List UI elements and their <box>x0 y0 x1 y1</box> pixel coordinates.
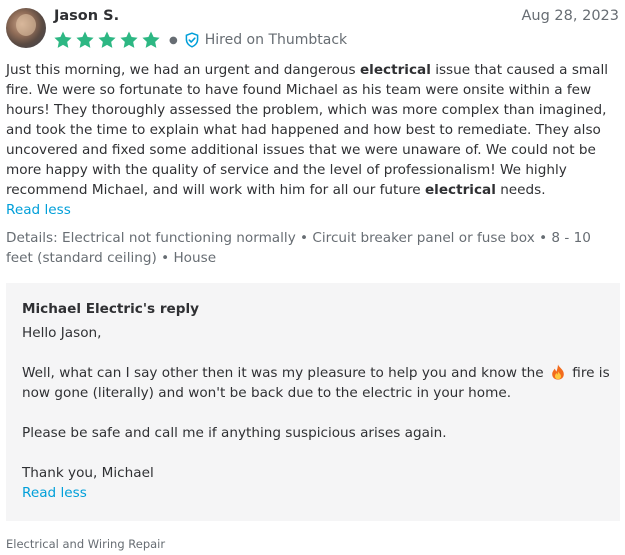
star-icon <box>97 30 117 50</box>
star-icon <box>75 30 95 50</box>
reply-greeting: Hello Jason, <box>22 325 102 341</box>
reviewer-name: Jason S. <box>54 8 120 24</box>
review-date: Aug 28, 2023 <box>521 8 620 24</box>
star-icon <box>53 30 73 50</box>
hired-badge-label: Hired on Thumbtack <box>204 32 348 48</box>
review-read-less-link[interactable]: Read less <box>6 200 71 220</box>
job-details: Details: Electrical not functioning norm… <box>6 230 591 266</box>
review-keyword: electrical <box>359 62 431 78</box>
star-rating <box>53 30 163 50</box>
fire-emoji-icon <box>551 364 565 380</box>
avatar[interactable] <box>6 8 46 48</box>
star-icon <box>119 30 139 50</box>
pro-reply-box: Michael Electric's reply Hello Jason, We… <box>6 283 620 521</box>
reply-text-part: Well, what can I say other then it was m… <box>22 365 548 381</box>
review-text-part: needs. <box>495 182 546 198</box>
review-text: Just this morning, we had an urgent and … <box>6 60 620 200</box>
review-keyword: electrical <box>424 182 496 198</box>
separator-dot: ● <box>169 34 178 46</box>
service-category: Electrical and Wiring Repair <box>6 537 166 551</box>
star-icon <box>141 30 161 50</box>
reply-title: Michael Electric's reply <box>22 301 200 317</box>
reply-read-less-link[interactable]: Read less <box>22 483 87 503</box>
rating-row: ● Hired on Thumbtack <box>53 29 347 51</box>
review-text-part: Just this morning, we had an urgent and … <box>6 62 360 78</box>
shield-check-icon <box>184 32 200 48</box>
review-card: Jason S. Aug 28, 2023 ● Hired on Thumbta… <box>0 0 625 555</box>
reply-paragraph-2: Please be safe and call me if anything s… <box>22 425 447 441</box>
reply-signoff: Thank you, Michael <box>22 465 154 481</box>
reply-paragraph: Well, what can I say other then it was m… <box>22 363 612 403</box>
review-text-part: issue that caused a small fire. We were … <box>6 62 609 198</box>
